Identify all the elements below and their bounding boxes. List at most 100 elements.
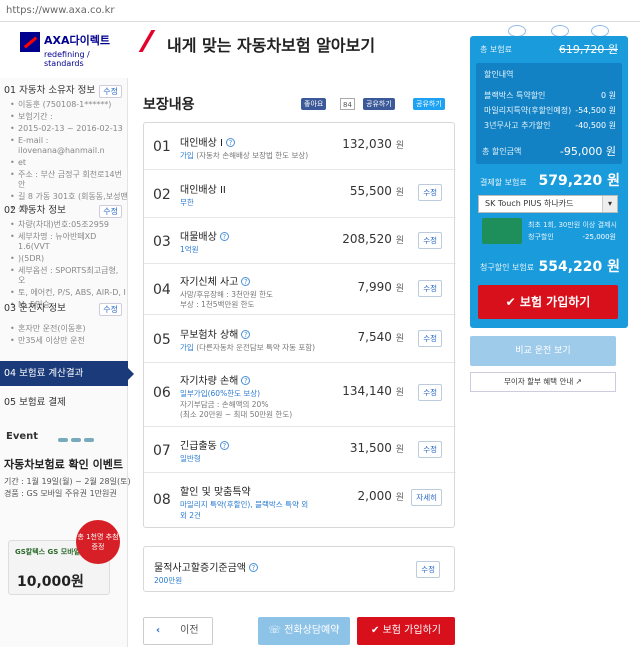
coverage-row: 03 대물배상? 1억원 208,520 원 수정 xyxy=(144,218,456,264)
details-button[interactable]: 자세히 xyxy=(411,489,442,506)
prev-label: 이전 xyxy=(180,625,199,636)
brand-slogan: redefining / standards xyxy=(44,50,90,68)
edit-row-button[interactable]: 수정 xyxy=(418,384,442,401)
row-detail: 가입 (자동차 손해배상 보장법 한도 보상) xyxy=(180,151,309,160)
row-num: 02 xyxy=(153,187,171,203)
coverage-row: 02 대인배상 II 무한 55,500 원 수정 xyxy=(144,170,456,218)
join-insurance-button[interactable]: ✔ 보험 가입하기 xyxy=(357,617,455,645)
axa-logo[interactable]: AXA다이렉트 redefining / standards xyxy=(20,30,130,68)
help-icon[interactable]: ? xyxy=(241,376,251,385)
card-select[interactable]: SK Touch PIUS 하나카드 xyxy=(478,195,618,213)
compare-button[interactable]: 비교 운전 보기 xyxy=(470,336,616,366)
edit-car-button[interactable]: 수정 xyxy=(99,205,122,218)
edit-row-button[interactable]: 수정 xyxy=(418,184,442,201)
section-title: 운전자 정보 xyxy=(19,303,66,314)
edit-row-button[interactable]: 수정 xyxy=(418,232,442,249)
fb-share-button[interactable]: 공유하기 xyxy=(363,98,395,110)
event-title[interactable]: 자동차보험료 확인 이벤트 xyxy=(4,456,123,472)
car-model-cont: )(5DR) xyxy=(0,254,128,264)
help-icon[interactable]: ? xyxy=(219,232,229,241)
help-icon[interactable]: ? xyxy=(249,563,258,572)
driver-scope: 혼자만 운전(이동훈) xyxy=(0,324,128,334)
row-name: 자기차량 손해? xyxy=(180,372,251,387)
row-num: 07 xyxy=(153,443,171,459)
coverage-row: 06 자기차량 손해? 일부가입(60%한도 보상) 자기부담금 : 손해액의 … xyxy=(144,363,456,427)
row-name: 긴급출동? xyxy=(180,437,229,452)
row-price: 55,500 원 xyxy=(349,184,404,198)
brand-name: AXA다이렉트 xyxy=(44,34,110,47)
help-icon[interactable]: ? xyxy=(241,330,251,339)
event-label: Event xyxy=(6,431,39,442)
sidebar-step-result[interactable]: 04 보험료 계산결과 xyxy=(0,361,134,386)
coverage-row: 08 할인 및 맞춤특약 마일리지 특약(후할인), 블랙박스 특약 외 외 2… xyxy=(144,473,456,528)
panel-join-button[interactable]: ✔ 보험 가입하기 xyxy=(478,285,618,319)
extra-value: 200만원 xyxy=(154,576,183,585)
axa-logo-icon xyxy=(20,32,40,52)
external-link-icon: ↗ xyxy=(575,377,582,386)
credit-card-image xyxy=(482,218,522,244)
promo-stamp: 총 1천명 추첨증정 xyxy=(76,520,120,564)
discount-label: 블랙박스 특약할인 xyxy=(484,91,546,100)
car-number: 차량(차대)번호:05조2959 xyxy=(0,220,128,230)
row-name: 무보험차 상해? xyxy=(180,326,251,341)
section-title: 자동차 정보 xyxy=(19,205,66,216)
sidebar-step-payment[interactable]: 05 보험료 결제 xyxy=(0,394,128,412)
final-value: 554,220 원 xyxy=(538,259,620,275)
driver-age: 만35세 이상만 운전 xyxy=(0,336,128,346)
edit-driver-button[interactable]: 수정 xyxy=(99,303,122,316)
event-promo-image[interactable]: GS칼텍스 GS 모바일 주유권 10,000원 총 1천명 추첨증정 xyxy=(6,520,122,600)
sidebar-section-car: 02 자동차 정보 수정 차량(차대)번호:05조2959 세부차명 : 뉴아반… xyxy=(0,202,128,312)
event-period: 기간 : 1월 19일(월) ~ 2월 28일(토) xyxy=(4,477,131,486)
card-discount-value: -25,000원 xyxy=(582,233,616,241)
row-detail-link-2[interactable]: 외 2건 xyxy=(180,510,201,521)
fb-like-button[interactable]: 좋아요 xyxy=(301,98,327,110)
join-label: 보험 가입하기 xyxy=(382,625,441,636)
gift-card-amount: 10,000원 xyxy=(17,574,84,590)
row-name: 자기신체 사고? xyxy=(180,273,251,288)
chevron-left-icon: ‹ xyxy=(156,625,161,636)
browser-address-bar[interactable]: https://www.axa.co.kr xyxy=(0,0,640,22)
page-title: 내게 맞는 자동차보험 알아보기 xyxy=(167,36,376,55)
edit-row-button[interactable]: 수정 xyxy=(418,280,442,297)
owner-email-cont: et xyxy=(0,158,128,168)
row-num: 08 xyxy=(153,492,171,508)
edit-extra-button[interactable]: 수정 xyxy=(416,561,440,578)
check-icon: ✔ xyxy=(505,295,516,309)
coverage-table: 01 대인배상 I? 가입 (자동차 손해배상 보장법 한도 보상) 132,0… xyxy=(143,122,456,528)
fb-like-count: 84 xyxy=(340,98,355,110)
edit-row-button[interactable]: 수정 xyxy=(418,330,442,347)
row-num: 01 xyxy=(153,139,171,155)
card-discount-label: 청구할인 xyxy=(528,233,554,241)
prev-button[interactable]: ‹ 이전 xyxy=(143,617,213,645)
row-detail-link[interactable]: 마일리지 특약(후할인), 블랙박스 특약 외 xyxy=(180,499,308,510)
help-icon[interactable]: ? xyxy=(241,277,251,286)
edit-row-button[interactable]: 수정 xyxy=(418,441,442,458)
event-prize: 경품 : GS 모바일 주유권 1만원권 xyxy=(4,489,117,498)
phone-consult-button[interactable]: ☏ 전화상담예약 xyxy=(258,617,350,645)
discount-label: 3년무사고 추가할인 xyxy=(484,121,551,130)
help-icon[interactable]: ? xyxy=(219,441,229,450)
twitter-share-button[interactable]: 공유하기 xyxy=(413,98,445,110)
tel-label: 전화상담예약 xyxy=(284,625,340,636)
edit-owner-button[interactable]: 수정 xyxy=(99,85,122,98)
row-name: 대물배상? xyxy=(180,228,229,243)
event-carousel-dots[interactable] xyxy=(58,432,97,445)
help-icon[interactable]: ? xyxy=(225,138,235,147)
premium-value: 619,720 원 xyxy=(558,43,618,56)
car-options-cont: 토, 에어컨, P/S, ABS, AIR-D, I xyxy=(0,288,128,298)
step-title: 보험료 결제 xyxy=(19,397,66,408)
installment-info-link[interactable]: 무이자 할부 혜택 안내 ↗ xyxy=(470,372,616,392)
total-discount-label: 총 할인금액 xyxy=(482,147,522,156)
discount-label: 마일리지특약(후할인예정) xyxy=(484,106,572,115)
row-detail-2: 부상 : 1천5백만원 한도 xyxy=(180,300,255,309)
sidebar-section-driver: 03 운전자 정보 수정 혼자만 운전(이동훈) 만35세 이상만 운전 xyxy=(0,300,128,348)
row-price: 134,140 원 xyxy=(342,384,404,398)
coverage-row: 01 대인배상 I? 가입 (자동차 손해배상 보장법 한도 보상) 132,0… xyxy=(144,123,456,170)
extra-name: 물적사고할증기준금액? xyxy=(154,559,258,574)
check-icon: ✔ xyxy=(371,625,380,636)
row-name: 대인배상 II xyxy=(180,185,226,196)
row-price: 7,990 원 xyxy=(357,280,404,294)
row-detail-2: (최소 20만원 ~ 최대 50만원 한도) xyxy=(180,410,293,419)
sidebar-section-owner: 01 자동차 소유자 정보 수정 이동훈 (750108-1******) 보험… xyxy=(0,82,128,216)
card-note: 최초 1회, 30만원 이상 결제시 xyxy=(528,221,617,229)
